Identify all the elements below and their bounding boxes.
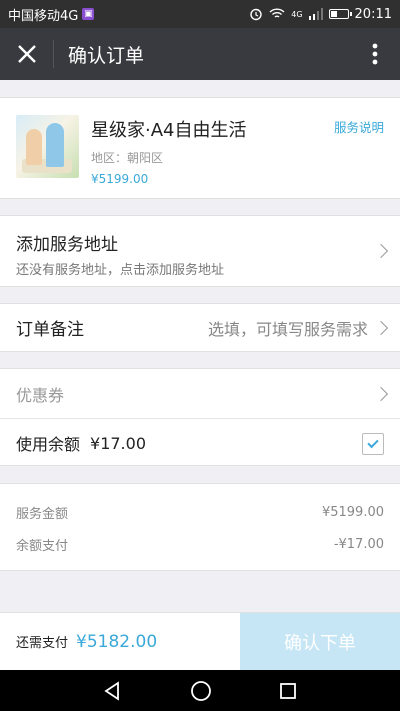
summary-row: 余额支付 -¥17.00 (16, 528, 384, 560)
home-icon[interactable] (190, 680, 212, 702)
checkmark-icon (367, 436, 379, 449)
product-price: ¥5199.00 (91, 172, 149, 186)
clock: 20:11 (354, 6, 392, 22)
coupon-balance-group: 优惠券 使用余额 ¥17.00 (0, 368, 400, 466)
battery-icon (328, 9, 352, 19)
summary-value: ¥5199.00 (321, 504, 384, 520)
add-address-row[interactable]: 添加服务地址 还没有服务地址，点击添加服务地址 (0, 215, 400, 287)
carrier-info: 中国移动4G ▣ (8, 5, 95, 24)
signal-icon (308, 8, 323, 20)
system-navbar (0, 670, 400, 711)
alarm-icon (250, 8, 262, 21)
summary-row: 服务金额 ¥5199.00 (16, 496, 384, 528)
chevron-right-icon (373, 320, 389, 335)
product-thumbnail (16, 115, 79, 178)
top-navbar: 确认订单 (0, 28, 400, 80)
payment-summary: 服务金额 ¥5199.00 余额支付 -¥17.00 (0, 483, 400, 571)
service-info-link[interactable]: 服务说明 (334, 117, 384, 136)
network-label: 4G (291, 9, 303, 19)
summary-value: -¥17.00 (333, 536, 384, 552)
product-region: 地区：朝阳区 (91, 151, 164, 165)
use-balance-checkbox[interactable] (362, 433, 384, 455)
address-subtitle: 还没有服务地址，点击添加服务地址 (16, 263, 225, 278)
sim-icon: ▣ (82, 8, 95, 20)
order-remark-row[interactable]: 订单备注 选填，可填写服务需求 (0, 303, 400, 352)
amount-due-label: 还需支付 (16, 636, 69, 651)
product-info: 星级家·A4自由生活 地区：朝阳区 ¥5199.00 (91, 115, 247, 186)
page-title: 确认订单 (68, 44, 145, 67)
balance-amount: ¥17.00 (90, 433, 146, 453)
product-card: 星级家·A4自由生活 地区：朝阳区 ¥5199.00 服务说明 (0, 97, 400, 199)
balance-label: 使用余额 (16, 435, 81, 454)
close-button[interactable] (0, 40, 54, 68)
amount-due-value: ¥5182.00 (76, 631, 158, 652)
back-icon[interactable] (103, 680, 123, 701)
address-title: 添加服务地址 (16, 235, 118, 255)
status-bar: 中国移动4G ▣ 4G 20:11 (0, 0, 400, 28)
recents-icon[interactable] (279, 682, 297, 700)
summary-label: 服务金额 (16, 506, 69, 522)
remark-label: 订单备注 (16, 320, 84, 340)
remark-placeholder: 选填，可填写服务需求 (207, 319, 368, 339)
chevron-right-icon (373, 386, 389, 401)
coupon-label: 优惠券 (16, 385, 65, 405)
product-name: 星级家·A4自由生活 (91, 120, 247, 141)
checkout-bar: 还需支付 ¥5182.00 确认下单 (0, 612, 400, 671)
coupon-row[interactable]: 优惠券 (0, 369, 400, 418)
more-vertical-icon (372, 43, 378, 65)
confirm-order-button[interactable]: 确认下单 (240, 612, 400, 671)
status-icons: 4G 20:11 (249, 7, 392, 22)
wifi-icon (269, 8, 285, 18)
summary-label: 余额支付 (16, 538, 69, 554)
carrier-label: 中国移动4G (8, 8, 79, 24)
balance-row: 使用余额 ¥17.00 (0, 418, 400, 467)
close-icon (17, 45, 36, 63)
more-button[interactable] (350, 43, 400, 65)
